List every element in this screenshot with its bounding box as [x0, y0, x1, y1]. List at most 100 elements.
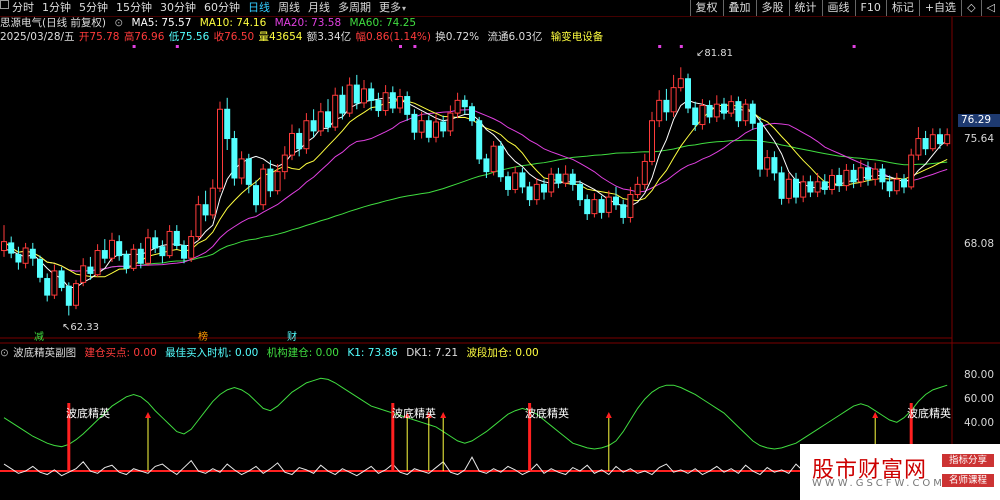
- candle-body[interactable]: [1, 241, 7, 252]
- candle-body[interactable]: [281, 154, 288, 173]
- settings-icon[interactable]: ⊙: [114, 17, 123, 29]
- candle-body[interactable]: [800, 181, 807, 198]
- candle-body[interactable]: [152, 237, 159, 249]
- kline-chart[interactable]: [0, 0, 1000, 500]
- candle-body[interactable]: [541, 183, 547, 193]
- candle-body[interactable]: [656, 99, 663, 122]
- candle-body[interactable]: [440, 121, 447, 132]
- candle-body[interactable]: [519, 172, 526, 188]
- candle-body[interactable]: [245, 158, 252, 185]
- candle-body[interactable]: [562, 173, 569, 184]
- candle-body[interactable]: [310, 120, 317, 132]
- candle-body[interactable]: [353, 84, 360, 104]
- candle-body[interactable]: [634, 183, 641, 196]
- period-tab-5[interactable]: 60分钟: [204, 0, 240, 16]
- candle-body[interactable]: [569, 173, 576, 185]
- candle-body[interactable]: [418, 120, 425, 133]
- candle-body[interactable]: [188, 236, 195, 259]
- candle-body[interactable]: [346, 84, 353, 114]
- candle-body[interactable]: [65, 285, 72, 306]
- candle-body[interactable]: [116, 241, 123, 257]
- sub-panel-title[interactable]: 波底精英副图: [13, 347, 76, 359]
- candle-body[interactable]: [181, 244, 187, 259]
- candle-body[interactable]: [325, 111, 331, 128]
- candle-body[interactable]: [706, 104, 713, 118]
- candle-body[interactable]: [303, 120, 310, 150]
- candle-body[interactable]: [109, 239, 115, 259]
- candle-body[interactable]: [209, 187, 216, 216]
- candle-body[interactable]: [843, 169, 850, 187]
- candle-body[interactable]: [375, 99, 382, 112]
- candle-body[interactable]: [814, 181, 821, 193]
- period-tab-0[interactable]: 分时: [12, 0, 34, 16]
- candle-body[interactable]: [382, 92, 389, 112]
- marker-bang[interactable]: 榜: [198, 328, 208, 343]
- candle-body[interactable]: [469, 106, 475, 122]
- stock-name[interactable]: 思源电气(日线 前复权): [0, 17, 106, 29]
- candle-body[interactable]: [80, 265, 87, 283]
- candle-body[interactable]: [757, 122, 763, 170]
- candle-body[interactable]: [137, 248, 144, 264]
- marker-jian[interactable]: 减: [34, 328, 44, 343]
- candle-body[interactable]: [8, 242, 15, 254]
- candle-body[interactable]: [663, 99, 670, 113]
- candle-body[interactable]: [627, 194, 634, 218]
- tool-button-9[interactable]: ◁: [980, 0, 1000, 16]
- candle-body[interactable]: [749, 103, 756, 124]
- candle-body[interactable]: [584, 199, 591, 215]
- candle-body[interactable]: [101, 250, 108, 259]
- candle-body[interactable]: [505, 176, 511, 190]
- candle-body[interactable]: [411, 113, 418, 133]
- candle-body[interactable]: [253, 185, 259, 206]
- candle-body[interactable]: [785, 178, 792, 199]
- candle-body[interactable]: [397, 96, 403, 109]
- candle-body[interactable]: [872, 168, 879, 180]
- candle-body[interactable]: [915, 138, 922, 156]
- period-tab-9[interactable]: 多周期: [338, 0, 371, 16]
- candle-body[interactable]: [605, 196, 612, 213]
- candle-body[interactable]: [145, 237, 151, 264]
- candle-body[interactable]: [555, 173, 562, 184]
- candle-body[interactable]: [901, 178, 907, 188]
- candle-body[interactable]: [87, 266, 94, 274]
- candle-body[interactable]: [130, 248, 137, 269]
- layout-icon[interactable]: [0, 0, 9, 9]
- candle-body[interactable]: [173, 230, 180, 246]
- candle-body[interactable]: [461, 99, 468, 108]
- candle-body[interactable]: [44, 278, 51, 296]
- candle-body[interactable]: [202, 204, 209, 216]
- candle-body[interactable]: [893, 178, 900, 192]
- candle-body[interactable]: [368, 88, 375, 101]
- candle-body[interactable]: [94, 250, 101, 276]
- candle-body[interactable]: [721, 103, 727, 114]
- candle-body[interactable]: [224, 108, 231, 140]
- candle-body[interactable]: [692, 107, 699, 126]
- candle-body[interactable]: [274, 171, 281, 192]
- candle-body[interactable]: [886, 181, 893, 192]
- tool-button-0[interactable]: 复权: [689, 0, 723, 16]
- candle-body[interactable]: [37, 258, 43, 278]
- candle-body[interactable]: [764, 157, 771, 170]
- candle-body[interactable]: [713, 103, 720, 118]
- candle-body[interactable]: [641, 160, 648, 185]
- candle-body[interactable]: [447, 112, 454, 132]
- candle-body[interactable]: [73, 283, 79, 306]
- period-tab-4[interactable]: 30分钟: [160, 0, 196, 16]
- candle-body[interactable]: [425, 120, 432, 138]
- tool-button-4[interactable]: 画线: [821, 0, 855, 16]
- candle-body[interactable]: [929, 134, 936, 150]
- candle-body[interactable]: [577, 183, 583, 201]
- candle-body[interactable]: [728, 101, 735, 114]
- candle-body[interactable]: [159, 246, 166, 257]
- candle-body[interactable]: [620, 204, 627, 218]
- candle-body[interactable]: [857, 167, 864, 183]
- tool-button-5[interactable]: F10: [854, 0, 886, 16]
- candle-body[interactable]: [123, 253, 130, 269]
- period-tab-1[interactable]: 1分钟: [42, 0, 71, 16]
- candle-body[interactable]: [613, 196, 619, 206]
- candle-body[interactable]: [433, 121, 439, 138]
- candle-body[interactable]: [865, 167, 871, 180]
- tool-button-2[interactable]: 多股: [755, 0, 789, 16]
- tool-button-7[interactable]: +自选: [918, 0, 961, 16]
- period-tab-3[interactable]: 15分钟: [116, 0, 152, 16]
